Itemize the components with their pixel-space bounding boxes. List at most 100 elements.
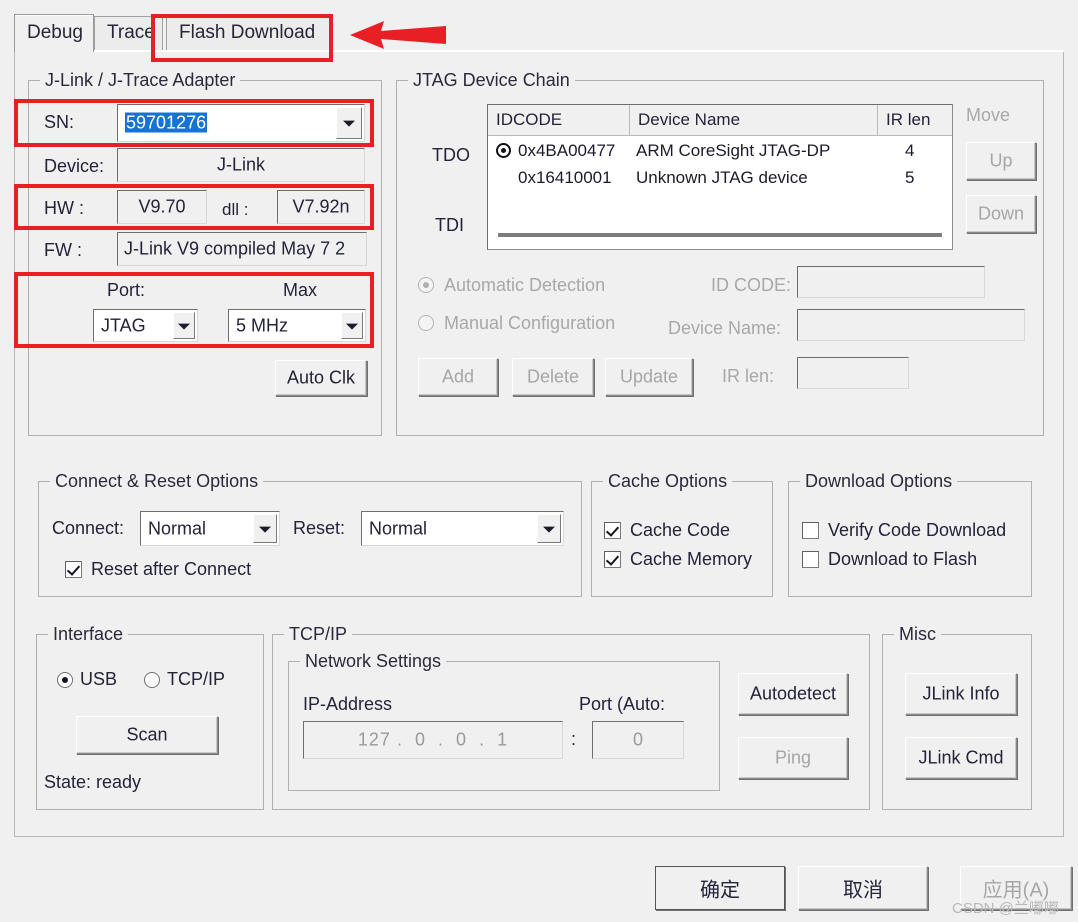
- add-label: Add: [441, 366, 475, 387]
- download-to-flash-label: Download to Flash: [828, 549, 978, 569]
- ping-label: Ping: [774, 747, 812, 768]
- dll-label: dll :: [222, 200, 249, 219]
- jlink-cmd-label: JLink Cmd: [918, 747, 1004, 768]
- tcpip-group-title: TCP/IP: [284, 624, 353, 645]
- tab-flash-download[interactable]: Flash Download: [166, 16, 331, 50]
- fw-value: J-Link V9 compiled May 7 2: [124, 238, 346, 259]
- move-label: Move: [966, 105, 1011, 125]
- port-label: Port:: [107, 280, 146, 300]
- column-header-device-name[interactable]: Device Name: [630, 105, 878, 135]
- reset-after-connect-label: Reset after Connect: [91, 559, 252, 579]
- ip-address-field[interactable]: 127 . 0 . 0 . 1: [303, 721, 563, 759]
- autodetect-label: Autodetect: [749, 683, 837, 704]
- row-device-name: Unknown JTAG device: [636, 168, 808, 187]
- automatic-detection-label: Automatic Detection: [444, 275, 606, 295]
- tcpip-radio[interactable]: [144, 672, 160, 688]
- device-name-field[interactable]: [797, 309, 1025, 341]
- sn-combo-chevron-down-icon[interactable]: [336, 107, 362, 139]
- tab-flash-download-label: Flash Download: [179, 22, 316, 43]
- selected-device-icon: [496, 143, 511, 158]
- jlink-info-label: JLink Info: [922, 683, 1000, 704]
- row-ir-len: 4: [905, 141, 915, 160]
- watermark: CSDN @兰嘟嘟: [952, 900, 1059, 917]
- row-idcode: 0x16410001: [518, 168, 612, 187]
- verify-code-download-label: Verify Code Download: [828, 520, 1007, 540]
- usb-radio[interactable]: [57, 672, 73, 688]
- reset-value: Normal: [369, 518, 428, 538]
- max-clock-value: 5 MHz: [236, 315, 289, 335]
- column-header-idcode[interactable]: IDCODE: [488, 105, 630, 135]
- port-combo-chevron-down-icon[interactable]: [173, 312, 195, 339]
- jtag-device-list-scrollbar[interactable]: [498, 233, 942, 237]
- misc-group: Misc: [882, 624, 1032, 810]
- reset-combo-chevron-down-icon[interactable]: [537, 514, 561, 543]
- reset-combo[interactable]: Normal: [361, 511, 564, 546]
- auto-clk-button[interactable]: Auto Clk: [275, 360, 367, 396]
- jtag-device-list-header: IDCODE Device Name IR len: [488, 105, 952, 136]
- state-label: State: ready: [44, 772, 142, 792]
- verify-code-download-checkbox[interactable]: [802, 522, 819, 539]
- tab-trace[interactable]: Trace: [94, 16, 163, 50]
- reset-after-connect-checkbox[interactable]: [65, 561, 82, 578]
- reset-label: Reset:: [293, 518, 346, 538]
- port-auto-label: Port (Auto:: [579, 694, 666, 714]
- port-field[interactable]: 0: [592, 721, 684, 759]
- tdi-label: TDI: [435, 215, 464, 235]
- cache-options-group-title: Cache Options: [603, 471, 733, 492]
- cancel-label: 取消: [843, 879, 883, 902]
- jlink-cmd-button[interactable]: JLink Cmd: [905, 737, 1017, 779]
- sn-combo[interactable]: 59701276: [117, 104, 365, 142]
- max-clock-label: Max: [283, 280, 318, 300]
- device-value-field: J-Link: [117, 148, 365, 182]
- connect-combo[interactable]: Normal: [140, 511, 280, 546]
- id-code-field[interactable]: [797, 266, 985, 298]
- table-row[interactable]: 0x16410001 Unknown JTAG device 5: [488, 164, 952, 191]
- hw-value: V9.70: [138, 196, 186, 217]
- port-value: 0: [632, 729, 643, 750]
- add-button[interactable]: Add: [418, 358, 498, 396]
- port-colon: :: [571, 729, 577, 749]
- port-combo[interactable]: JTAG: [93, 309, 198, 342]
- max-clock-combo[interactable]: 5 MHz: [228, 309, 366, 342]
- column-header-ir-len[interactable]: IR len: [878, 105, 954, 135]
- move-down-button[interactable]: Down: [966, 195, 1036, 233]
- row-device-name: ARM CoreSight JTAG-DP: [636, 141, 831, 160]
- ir-len-label: IR len:: [722, 366, 775, 386]
- move-up-button[interactable]: Up: [966, 142, 1036, 180]
- ping-button[interactable]: Ping: [738, 737, 848, 779]
- automatic-detection-radio[interactable]: [418, 277, 434, 293]
- jtag-device-list[interactable]: IDCODE Device Name IR len 0x4BA00477 ARM…: [487, 104, 953, 250]
- download-options-group-title: Download Options: [800, 471, 958, 492]
- cache-memory-checkbox[interactable]: [604, 551, 621, 568]
- row-idcode: 0x4BA00477: [518, 141, 616, 160]
- connect-combo-chevron-down-icon[interactable]: [253, 514, 277, 543]
- usb-label: USB: [80, 669, 118, 689]
- ok-label: 确定: [700, 879, 740, 902]
- delete-label: Delete: [526, 366, 580, 387]
- delete-button[interactable]: Delete: [512, 358, 594, 396]
- table-row[interactable]: 0x4BA00477 ARM CoreSight JTAG-DP 4: [488, 137, 952, 164]
- ip-address-label: IP-Address: [303, 694, 393, 714]
- jlink-info-button[interactable]: JLink Info: [905, 673, 1017, 715]
- sn-label: SN:: [44, 112, 75, 132]
- cache-code-checkbox[interactable]: [604, 522, 621, 539]
- scan-button[interactable]: Scan: [76, 716, 218, 754]
- port-value: JTAG: [101, 315, 146, 335]
- download-to-flash-checkbox[interactable]: [802, 551, 819, 568]
- manual-configuration-radio[interactable]: [418, 315, 434, 331]
- ok-button[interactable]: 确定: [655, 866, 785, 910]
- annotation-arrow-icon: [350, 21, 446, 49]
- autodetect-button[interactable]: Autodetect: [738, 673, 848, 715]
- dll-value-field: V7.92n: [277, 190, 365, 224]
- tab-underline: [14, 50, 1064, 52]
- max-clock-combo-chevron-down-icon[interactable]: [341, 312, 363, 339]
- update-button[interactable]: Update: [605, 358, 693, 396]
- ir-len-field[interactable]: [797, 357, 909, 389]
- cache-memory-label: Cache Memory: [630, 549, 753, 569]
- tab-debug-label: Debug: [27, 22, 83, 43]
- tab-debug[interactable]: Debug: [14, 14, 94, 52]
- device-value: J-Link: [216, 154, 265, 175]
- cancel-button[interactable]: 取消: [798, 866, 928, 910]
- cache-code-label: Cache Code: [630, 520, 731, 540]
- dll-value: V7.92n: [292, 196, 350, 217]
